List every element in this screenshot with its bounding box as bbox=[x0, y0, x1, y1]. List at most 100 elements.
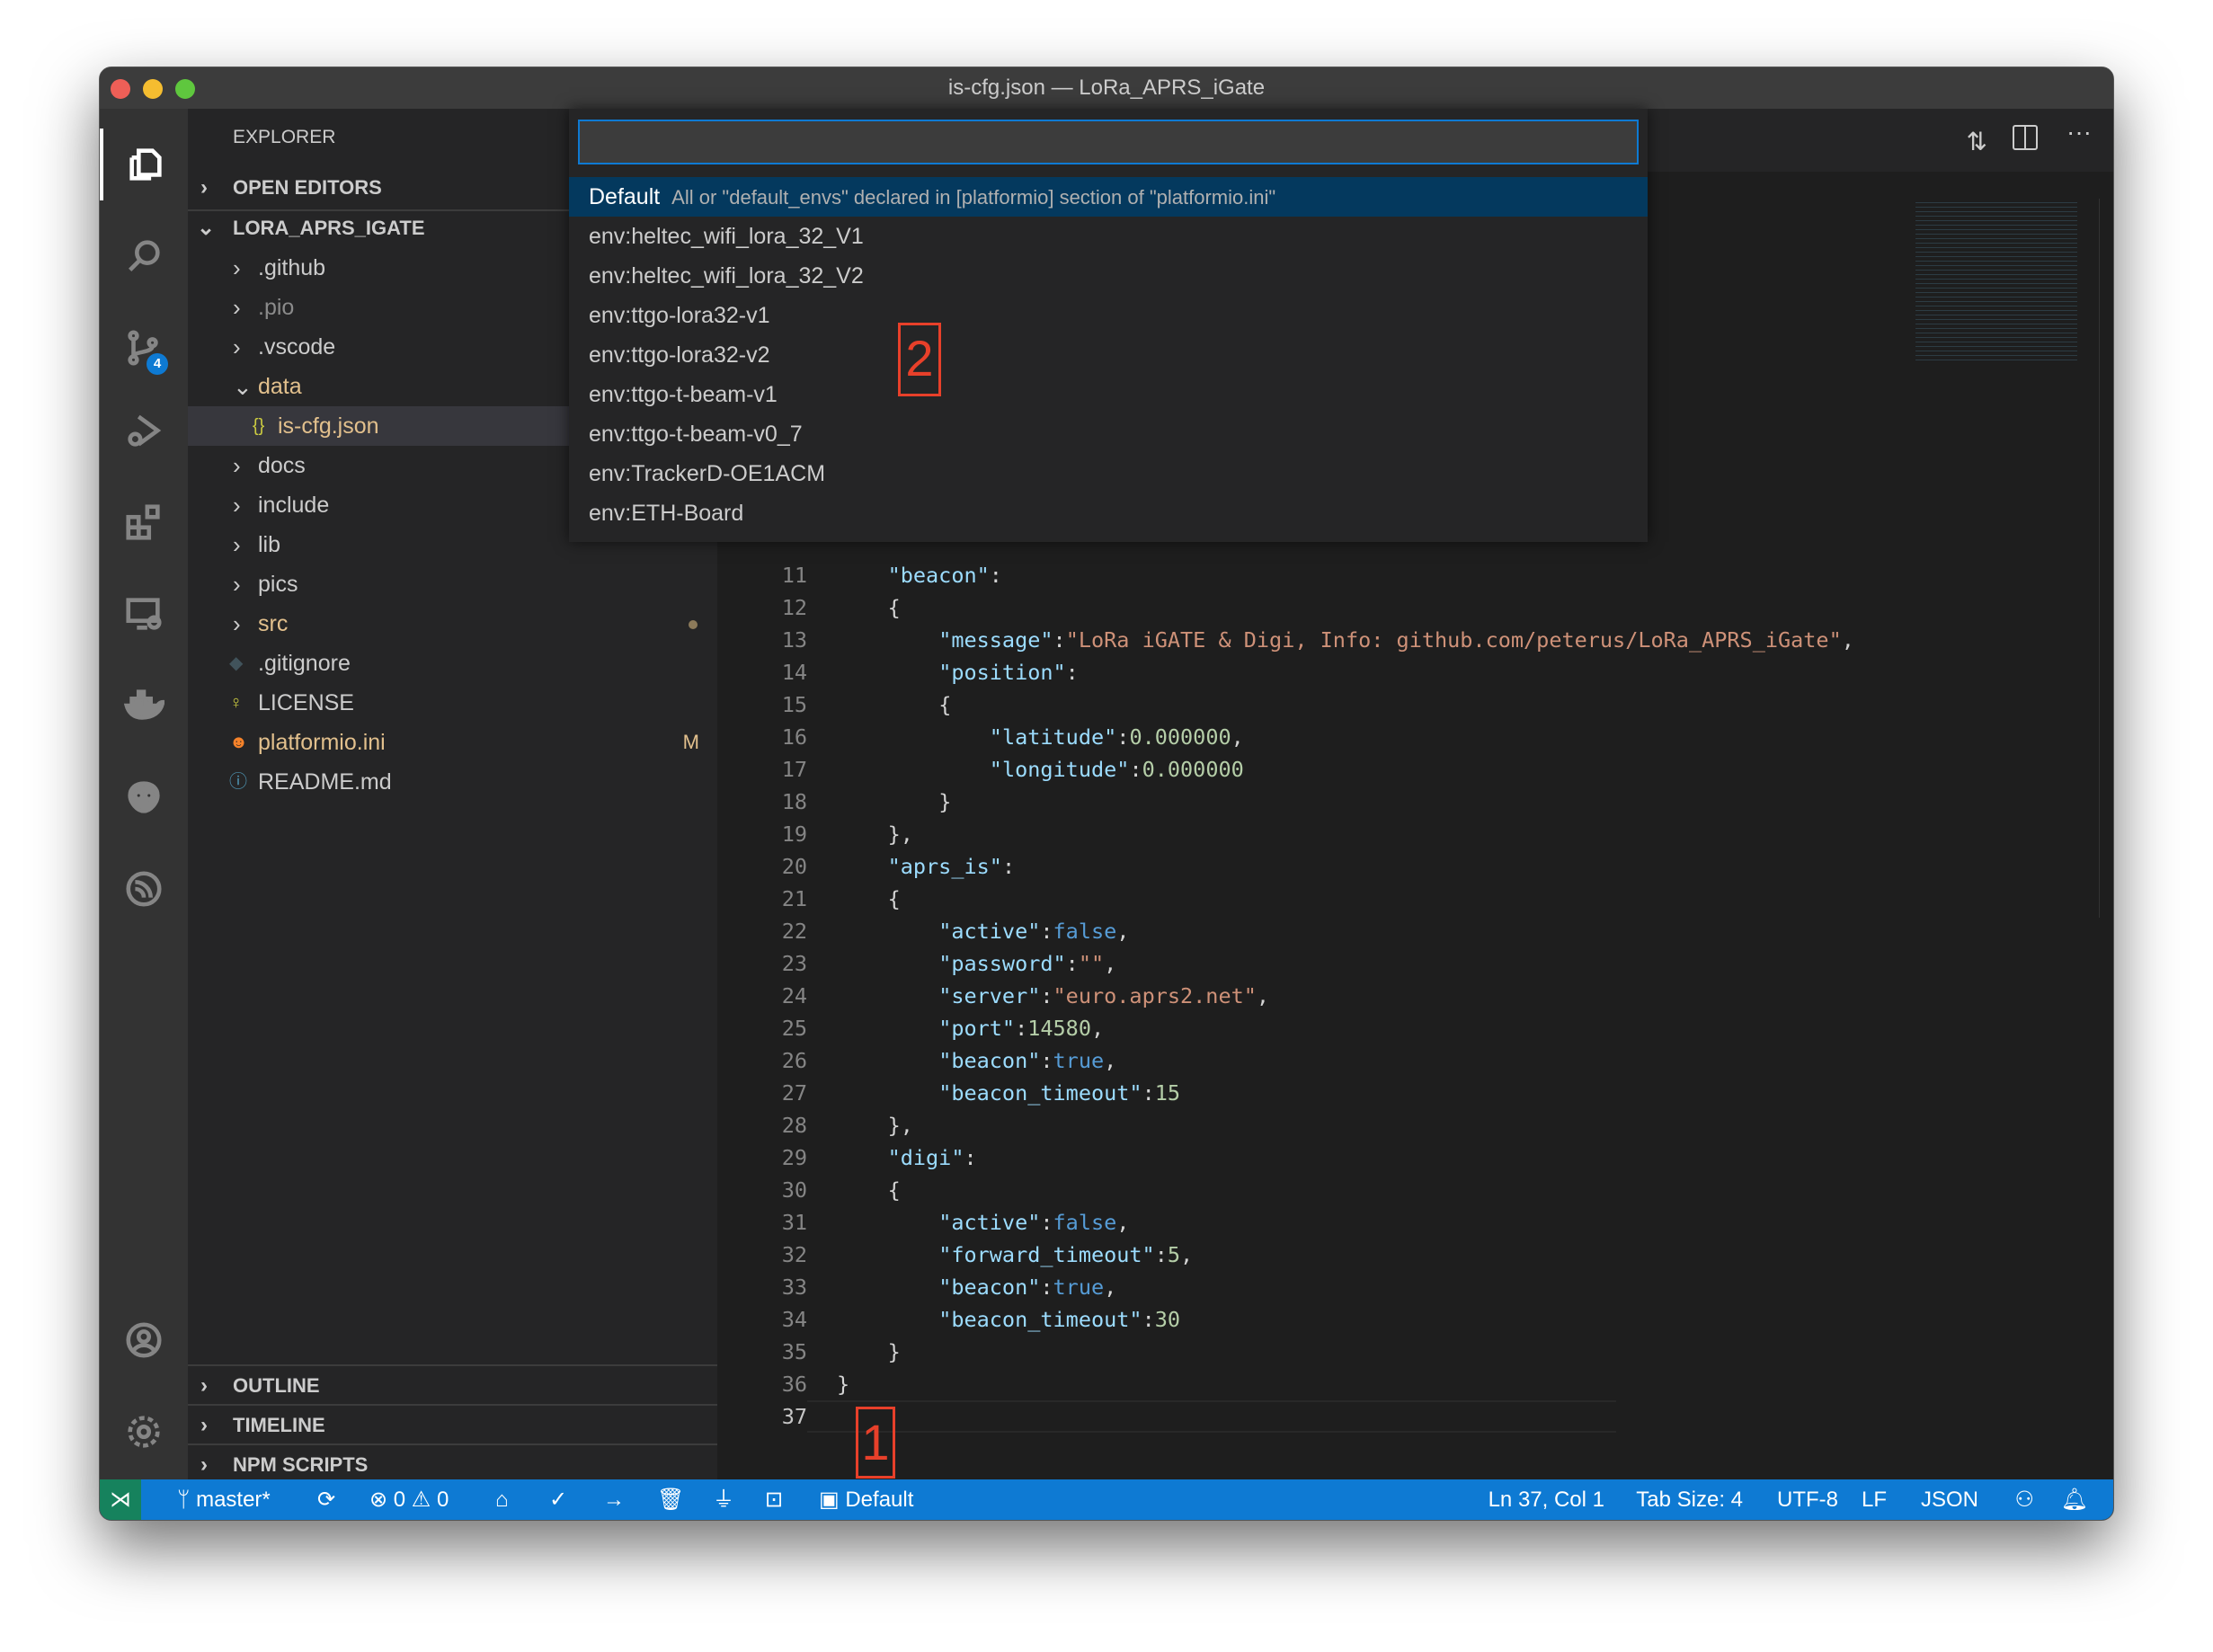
pio-build-icon[interactable]: ✓ bbox=[549, 1479, 567, 1520]
pio-home-icon[interactable]: ⌂ bbox=[495, 1479, 509, 1520]
line-number: 15 bbox=[781, 692, 807, 717]
run-debug-icon[interactable] bbox=[100, 395, 188, 466]
minimap[interactable] bbox=[1915, 199, 2077, 360]
token-key: "password" bbox=[938, 951, 1066, 976]
git-status-badge: M bbox=[682, 731, 699, 753]
pio-env-switcher[interactable]: ▣ Default bbox=[819, 1479, 913, 1520]
tree-item[interactable]: › src bbox=[188, 604, 717, 644]
token-punct: , bbox=[1841, 627, 1854, 653]
zoom-window-button[interactable] bbox=[175, 79, 195, 99]
token-punct: : bbox=[1129, 757, 1142, 782]
pio-upload-icon[interactable]: → bbox=[603, 1479, 625, 1520]
token-punct: : bbox=[1040, 1048, 1053, 1073]
pio-terminal-icon[interactable]: ⊡ bbox=[765, 1479, 783, 1520]
vertical-scrollbar[interactable] bbox=[2099, 199, 2113, 918]
tree-item[interactable]: ♀ LICENSE bbox=[188, 683, 717, 723]
code-line: "aprs_is": bbox=[837, 850, 1016, 883]
section-npm-scripts[interactable]: › NPM SCRIPTS bbox=[188, 1443, 717, 1483]
modified-dot bbox=[689, 620, 698, 629]
annotation-2: 2 bbox=[898, 323, 941, 396]
token-punct: { bbox=[938, 692, 952, 717]
encoding[interactable]: UTF-8 bbox=[1777, 1479, 1838, 1520]
token-punct: }, bbox=[887, 1113, 913, 1138]
code-line: "longitude":0.000000 bbox=[837, 753, 1244, 786]
token-punct: } bbox=[837, 1372, 850, 1397]
token-key: "active" bbox=[938, 1210, 1041, 1235]
pio-serial-monitor-icon[interactable]: ⏚ bbox=[713, 1479, 734, 1520]
split-editor-icon[interactable] bbox=[2013, 125, 2038, 150]
code-line: "position": bbox=[837, 656, 1079, 688]
token-number: 0.000000 bbox=[1142, 757, 1244, 782]
explorer-icon[interactable] bbox=[100, 129, 188, 200]
tree-item-label: README.md bbox=[258, 769, 392, 795]
source-control-icon[interactable]: 4 bbox=[100, 312, 188, 384]
search-icon[interactable] bbox=[100, 220, 188, 292]
quick-pick-item[interactable]: env:ttgo-lora32-v2 bbox=[569, 335, 1648, 375]
token-key: "digi" bbox=[887, 1145, 964, 1170]
code-line: "beacon_timeout":15 bbox=[837, 1077, 1180, 1109]
item-description: All or "default_envs" declared in [platf… bbox=[671, 186, 1276, 209]
line-number: 33 bbox=[781, 1275, 807, 1300]
quick-pick-item[interactable]: env:ttgo-lora32-v1 bbox=[569, 296, 1648, 335]
more-actions-icon[interactable]: ··· bbox=[2066, 118, 2092, 147]
remote-explorer-icon[interactable] bbox=[100, 578, 188, 650]
line-number: 13 bbox=[781, 627, 807, 653]
notifications-bell-icon[interactable]: 🔔︎ bbox=[2061, 1479, 2088, 1520]
quick-pick-item[interactable]: Default All or "default_envs" declared i… bbox=[569, 177, 1648, 217]
quick-pick-item[interactable]: env:ttgo-t-beam-v1 bbox=[569, 375, 1648, 414]
line-number: 30 bbox=[781, 1177, 807, 1203]
line-number: 28 bbox=[781, 1113, 807, 1138]
line-number: 23 bbox=[781, 951, 807, 976]
extensions-icon[interactable] bbox=[100, 486, 188, 558]
token-key: "longitude" bbox=[989, 757, 1130, 782]
quick-pick-item[interactable]: env:ttgo-t-beam-v0_7 bbox=[569, 414, 1648, 454]
platformio-icon[interactable] bbox=[100, 761, 188, 833]
remote-indicator-icon[interactable]: ⋊ bbox=[100, 1479, 141, 1520]
token-punct: , bbox=[1104, 951, 1117, 976]
code-line: "beacon_timeout":30 bbox=[837, 1303, 1180, 1336]
item-label: env:ttgo-lora32-v1 bbox=[589, 303, 770, 328]
token-number: 14580 bbox=[1027, 1016, 1091, 1041]
cursor-position[interactable]: Ln 37, Col 1 bbox=[1489, 1479, 1604, 1520]
tab-size[interactable]: Tab Size: 4 bbox=[1636, 1479, 1743, 1520]
tree-item[interactable]: ⓘ README.md bbox=[188, 762, 717, 802]
branch-item[interactable]: ᛘ master* bbox=[177, 1479, 271, 1520]
settings-icon[interactable] bbox=[100, 1396, 188, 1468]
tree-item[interactable]: ☻ platformio.ini M bbox=[188, 723, 717, 762]
problems-item[interactable]: ⊗ 0 ⚠ 0 bbox=[369, 1479, 449, 1520]
language-mode[interactable]: JSON bbox=[1921, 1479, 1978, 1520]
tree-item[interactable]: › pics bbox=[188, 564, 717, 604]
token-keyword: false bbox=[1053, 919, 1117, 944]
section-timeline[interactable]: › TIMELINE bbox=[188, 1404, 717, 1443]
quick-pick-item[interactable]: env:TrackerD-OE1ACM bbox=[569, 454, 1648, 493]
minimize-window-button[interactable] bbox=[143, 79, 163, 99]
quick-pick-item[interactable]: env:ETH-Board bbox=[569, 493, 1648, 533]
quick-pick-item[interactable]: env:heltec_wifi_lora_32_V2 bbox=[569, 256, 1648, 296]
chevron-right-icon: › bbox=[233, 531, 241, 558]
docker-icon[interactable] bbox=[100, 670, 188, 742]
compare-changes-icon[interactable]: ⇅ bbox=[1967, 127, 1987, 156]
code-line: "beacon":true, bbox=[837, 1271, 1116, 1303]
tree-item[interactable]: ◆ .gitignore bbox=[188, 644, 717, 683]
line-number: 35 bbox=[781, 1339, 807, 1364]
token-key: "server" bbox=[938, 983, 1041, 1008]
chevron-right-icon: › bbox=[233, 492, 241, 519]
line-number: 26 bbox=[781, 1048, 807, 1073]
sync-icon[interactable]: ⟳ bbox=[317, 1479, 335, 1520]
end-of-line[interactable]: LF bbox=[1862, 1479, 1887, 1520]
tree-item-label: include bbox=[258, 493, 330, 518]
token-number: 30 bbox=[1154, 1307, 1181, 1332]
quick-pick-item[interactable]: env:heltec_wifi_lora_32_V1 bbox=[569, 217, 1648, 256]
token-punct: , bbox=[1116, 919, 1130, 944]
section-label: TIMELINE bbox=[233, 1414, 325, 1436]
code-line: { bbox=[837, 591, 901, 624]
feedback-icon[interactable]: ⚇ bbox=[2014, 1479, 2034, 1520]
pio-clean-icon[interactable]: 🗑 bbox=[657, 1479, 684, 1520]
espressif-icon[interactable] bbox=[100, 853, 188, 925]
accounts-icon[interactable] bbox=[100, 1304, 188, 1376]
section-outline[interactable]: › OUTLINE bbox=[188, 1364, 717, 1404]
token-punct: : bbox=[1040, 1210, 1053, 1235]
quick-pick-input[interactable] bbox=[578, 120, 1639, 164]
close-window-button[interactable] bbox=[111, 79, 130, 99]
token-string: "LoRa iGATE & Digi, Info: github.com/pet… bbox=[1065, 627, 1842, 653]
